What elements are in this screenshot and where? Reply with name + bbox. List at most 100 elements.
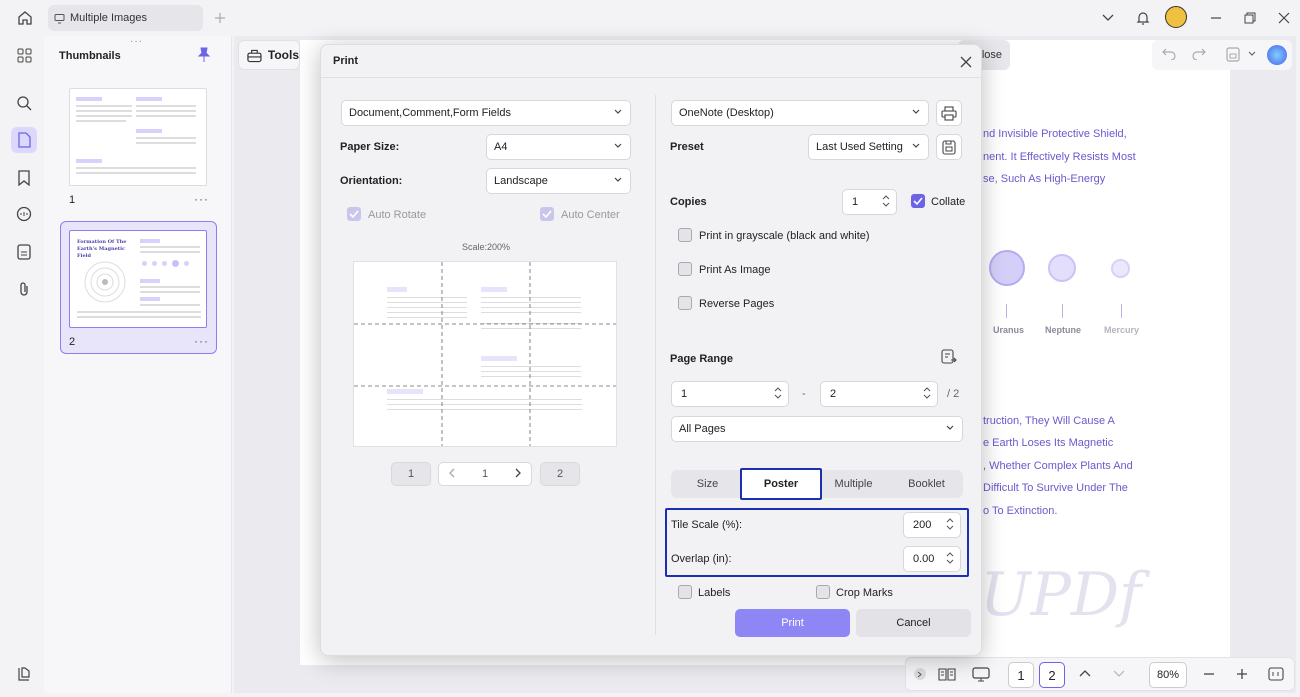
- avatar[interactable]: [1165, 6, 1187, 28]
- grayscale-checkbox[interactable]: [678, 228, 692, 242]
- search-icon[interactable]: [11, 90, 37, 116]
- paper-size-select[interactable]: A4: [486, 134, 631, 160]
- toolbox-icon: [247, 49, 262, 62]
- page-range-icon[interactable]: [941, 349, 957, 365]
- zoom-in-icon[interactable]: [1236, 668, 1248, 680]
- preset-label: Preset: [670, 141, 704, 153]
- drag-handle-icon[interactable]: ···: [130, 36, 143, 47]
- tools-button[interactable]: Tools: [238, 40, 300, 70]
- page-number-1[interactable]: 1: [1008, 662, 1034, 688]
- stepper-arrows-icon[interactable]: [774, 386, 782, 400]
- home-icon[interactable]: [14, 7, 36, 29]
- auto-rotate-label: Auto Rotate: [368, 209, 427, 221]
- new-tab-icon[interactable]: [209, 7, 231, 29]
- document-text-line: nent. It Effectively Resists Most: [983, 151, 1136, 163]
- preview-current-page[interactable]: 1: [482, 468, 488, 480]
- chevron-down-icon[interactable]: [1113, 670, 1125, 678]
- tab-booklet[interactable]: Booklet: [890, 470, 963, 498]
- more-icon[interactable]: ···: [194, 192, 209, 206]
- preview-first-page-button[interactable]: 1: [391, 462, 431, 486]
- save-preset-icon[interactable]: [936, 134, 962, 160]
- printer-icon[interactable]: [936, 100, 962, 126]
- content-select[interactable]: Document,Comment,Form Fields: [341, 100, 631, 126]
- comment-icon[interactable]: [11, 201, 37, 227]
- planet-label: Uranus: [993, 325, 1025, 335]
- range-total: / 2: [947, 388, 960, 400]
- printer-select[interactable]: OneNote (Desktop): [671, 100, 929, 126]
- zoom-out-icon[interactable]: [1203, 668, 1215, 680]
- attachment-page-icon[interactable]: [11, 239, 37, 265]
- copies-stepper[interactable]: 1: [842, 189, 897, 215]
- auto-center-checkbox[interactable]: [540, 207, 554, 221]
- orientation-select[interactable]: Landscape: [486, 168, 631, 194]
- print-as-image-checkbox[interactable]: [678, 262, 692, 276]
- chevron-down-icon[interactable]: [1248, 51, 1256, 57]
- preview-last-page-button[interactable]: 2: [540, 462, 580, 486]
- page-icon[interactable]: [11, 127, 37, 153]
- range-from-stepper[interactable]: 1: [671, 381, 789, 407]
- range-to-stepper[interactable]: 2: [820, 381, 938, 407]
- tab-poster[interactable]: Poster: [740, 468, 822, 500]
- layers-icon[interactable]: [11, 661, 37, 687]
- document-text-line: nd Invisible Protective Shield,: [983, 128, 1127, 140]
- save-icon[interactable]: [1226, 47, 1240, 62]
- planet-neptune: [1048, 254, 1076, 282]
- minimize-icon[interactable]: [1205, 7, 1227, 29]
- tab-size[interactable]: Size: [671, 470, 744, 498]
- tab-multiple[interactable]: Multiple: [817, 470, 890, 498]
- thumbnail-page-1[interactable]: [69, 88, 207, 186]
- tile-scale-stepper[interactable]: 200: [903, 512, 961, 538]
- zoom-level[interactable]: 80%: [1149, 662, 1187, 688]
- close-icon[interactable]: [957, 53, 975, 71]
- paperclip-icon[interactable]: [11, 276, 37, 302]
- print-button[interactable]: Print: [735, 609, 850, 637]
- copies-label: Copies: [670, 196, 707, 208]
- bell-icon[interactable]: [1132, 7, 1154, 29]
- stepper-arrows-icon[interactable]: [946, 551, 954, 565]
- thumbnail-number: 1: [69, 194, 76, 206]
- grayscale-label: Print in grayscale (black and white): [699, 230, 870, 242]
- chevron-right-icon[interactable]: [515, 468, 522, 478]
- chevron-down-icon: [614, 177, 622, 182]
- auto-rotate-checkbox[interactable]: [347, 207, 361, 221]
- pages-select[interactable]: All Pages: [671, 416, 963, 442]
- overlap-stepper[interactable]: 0.00: [903, 546, 961, 572]
- range-to-value: 2: [830, 388, 837, 400]
- thumbnail-page-2[interactable]: Formation Of The Earth's Magnetic Field: [69, 230, 207, 328]
- more-icon[interactable]: ···: [194, 334, 209, 348]
- labels-checkbox[interactable]: [678, 585, 692, 599]
- print-dialog: Print Document,Comment,Form Fields Paper…: [320, 44, 983, 656]
- ai-assistant-icon[interactable]: [1267, 45, 1287, 65]
- chevron-right-icon[interactable]: [914, 668, 926, 680]
- crop-marks-checkbox[interactable]: [816, 585, 830, 599]
- pin-icon[interactable]: [197, 47, 211, 63]
- cancel-button[interactable]: Cancel: [856, 609, 971, 637]
- close-window-icon[interactable]: [1273, 7, 1295, 29]
- document-tab[interactable]: Multiple Images: [48, 5, 203, 31]
- page-number-2[interactable]: 2: [1039, 662, 1065, 688]
- fit-page-icon[interactable]: [1268, 667, 1284, 681]
- collate-checkbox[interactable]: [911, 194, 925, 208]
- reading-mode-icon[interactable]: [938, 667, 956, 681]
- auto-center-label: Auto Center: [561, 209, 620, 221]
- paper-size-label: Paper Size:: [340, 141, 400, 153]
- presentation-icon[interactable]: [972, 667, 990, 682]
- grid-icon[interactable]: [11, 42, 37, 68]
- restore-icon[interactable]: [1239, 7, 1261, 29]
- reverse-pages-checkbox[interactable]: [678, 296, 692, 310]
- stepper-arrows-icon[interactable]: [882, 194, 890, 208]
- undo-icon[interactable]: [1162, 48, 1176, 60]
- chevron-left-icon[interactable]: [448, 468, 455, 478]
- stepper-arrows-icon[interactable]: [946, 517, 954, 531]
- chevron-down-icon[interactable]: [1097, 7, 1119, 29]
- preview-page-navigator: 1: [438, 462, 532, 486]
- chevron-up-icon[interactable]: [1079, 669, 1091, 677]
- pages-select-value: All Pages: [679, 423, 726, 435]
- bookmark-icon[interactable]: [11, 165, 37, 191]
- divider: [321, 77, 983, 78]
- stepper-arrows-icon[interactable]: [923, 386, 931, 400]
- watermark: UPDf: [980, 560, 1142, 630]
- preset-select[interactable]: Last Used Setting: [808, 134, 929, 160]
- redo-icon[interactable]: [1192, 48, 1206, 60]
- chevron-down-icon: [946, 425, 954, 430]
